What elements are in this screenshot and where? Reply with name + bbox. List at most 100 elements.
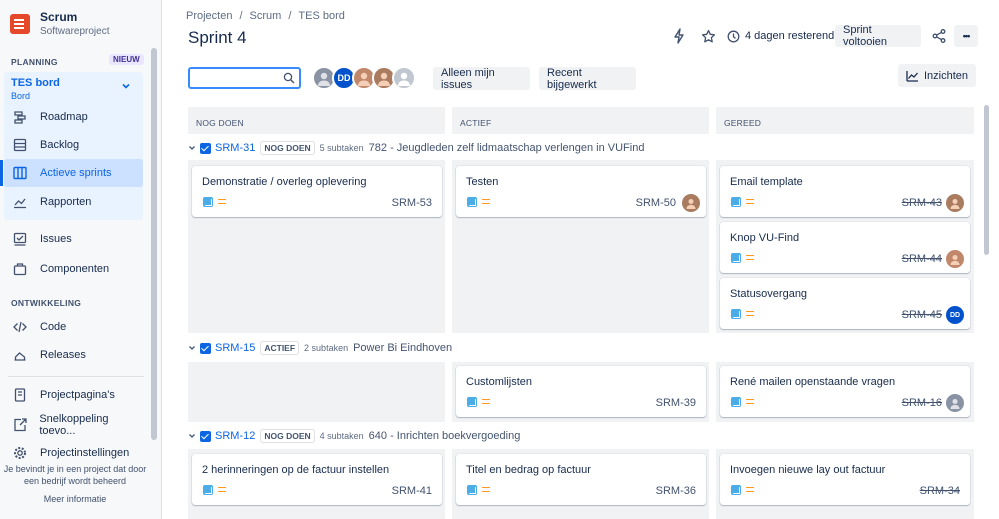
column-header: NOG DOEN [188, 107, 445, 134]
issue-card[interactable]: Invoegen nieuwe lay out factuur SRM-34 [720, 454, 970, 505]
card-key: SRM-16 [901, 397, 942, 409]
card-title: Customlijsten [466, 376, 533, 388]
search-icon [283, 72, 295, 84]
issue-card[interactable]: René mailen openstaande vragen SRM-16 [720, 366, 970, 417]
lightning-icon[interactable] [672, 25, 690, 47]
card-key: SRM-45 [901, 309, 942, 321]
board-icon [12, 166, 28, 180]
sidebar-item-label: Issues [40, 233, 72, 245]
board-scrollbar[interactable] [984, 105, 989, 255]
sidebar-item-snelkoppeling[interactable]: Snelkoppeling toevo... [4, 411, 143, 439]
card-key: SRM-36 [655, 485, 696, 497]
issue-card[interactable]: 2 herinneringen op de factuur instellen … [192, 454, 442, 505]
swimlane-header[interactable]: SRM-12 NOG DOEN 4 subtaken 640 - Inricht… [188, 426, 520, 446]
issue-key[interactable]: SRM-15 [215, 342, 255, 354]
swimlane-header[interactable]: SRM-31 NOG DOEN 5 subtaken 782 - Jeugdle… [188, 138, 644, 158]
sidebar-item-label: Actieve sprints [40, 167, 112, 179]
page-icon [12, 388, 28, 402]
breadcrumb-item[interactable]: TES bord [298, 10, 344, 22]
board-selector[interactable]: TES bord Bord [11, 77, 60, 101]
sidebar-item-projectpaginas[interactable]: Projectpagina's [4, 381, 143, 409]
chart-icon [12, 195, 28, 209]
priority-medium-icon [482, 399, 490, 404]
issues-icon [12, 232, 28, 246]
insights-button[interactable]: Inzichten [898, 64, 976, 87]
project-header[interactable]: Scrum Softwareproject [8, 10, 109, 37]
chevron-down-icon[interactable] [188, 144, 196, 152]
avatar[interactable] [682, 194, 700, 212]
issue-key[interactable]: SRM-31 [215, 142, 255, 154]
story-icon [200, 342, 211, 354]
sidebar-item-code[interactable]: Code [4, 313, 143, 341]
card-key: SRM-44 [901, 253, 942, 265]
subtask-icon [731, 197, 741, 207]
project-type: Softwareproject [40, 26, 110, 37]
recently-updated-button[interactable]: Recent bijgewerkt [539, 67, 636, 91]
card-key: SRM-41 [391, 485, 432, 497]
sidebar-item-rapporten[interactable]: Rapporten [4, 188, 143, 216]
project-name: Scrum [40, 10, 78, 24]
issue-card[interactable]: Testen SRM-50 [456, 166, 706, 217]
issue-card[interactable]: Demonstratie / overleg oplevering SRM-53 [192, 166, 442, 217]
only-my-issues-button[interactable]: Alleen mijn issues [433, 67, 530, 91]
column-header: GEREED [716, 107, 974, 134]
subtask-icon [731, 485, 741, 495]
more-button[interactable]: ••• [954, 25, 978, 47]
avatar[interactable]: DD [946, 306, 964, 324]
roadmap-icon [12, 110, 28, 124]
sidebar-item-roadmap[interactable]: Roadmap [4, 103, 143, 131]
complete-sprint-button[interactable]: Sprint voltooien [835, 24, 921, 48]
card-title: Titel en bedrag op factuur [466, 464, 591, 476]
priority-medium-icon [746, 199, 754, 204]
issue-card[interactable]: Email template SRM-43 [720, 166, 970, 217]
sidebar-item-projectinstellingen[interactable]: Projectinstellingen [4, 441, 143, 465]
avatar[interactable] [946, 194, 964, 212]
sidebar-item-label: Releases [40, 349, 86, 361]
issue-card[interactable]: Titel en bedrag op factuur SRM-36 [456, 454, 706, 505]
card-key: SRM-39 [655, 397, 696, 409]
issue-card[interactable]: Knop VU-Find SRM-44 [720, 222, 970, 273]
lane-title: 640 - Inrichten boekvergoeding [368, 430, 521, 442]
breadcrumb-item[interactable]: Scrum [250, 10, 282, 22]
status-badge: NOG DOEN [260, 429, 315, 443]
chevron-down-icon[interactable] [188, 432, 196, 440]
sidebar-divider [8, 376, 144, 377]
avatar-initials: DD [949, 311, 961, 319]
chevron-down-icon[interactable] [121, 81, 131, 91]
releases-icon [12, 348, 28, 362]
column-cell [188, 362, 445, 422]
issue-card[interactable]: Statusovergang SRM-45 DD [720, 278, 970, 329]
planning-section-label: PLANNING [11, 57, 58, 67]
swimlane-header[interactable]: SRM-15 ACTIEF 2 subtaken Power Bi Eindho… [188, 338, 452, 358]
priority-medium-icon [746, 399, 754, 404]
subtask-icon [203, 485, 213, 495]
share-icon[interactable] [932, 25, 950, 47]
star-icon[interactable] [701, 25, 719, 47]
sidebar-item-componenten[interactable]: Componenten [4, 255, 143, 283]
sidebar-item-backlog[interactable]: Backlog [4, 131, 143, 159]
sidebar-item-releases[interactable]: Releases [4, 341, 143, 369]
card-title: Knop VU-Find [730, 232, 800, 244]
sidebar-item-actieve-sprints[interactable]: Actieve sprints [4, 159, 143, 187]
code-icon [12, 320, 28, 334]
project-icon [10, 14, 30, 34]
avatar[interactable] [392, 66, 416, 90]
issue-key[interactable]: SRM-12 [215, 430, 255, 442]
avatar[interactable] [946, 250, 964, 268]
chevron-down-icon[interactable] [188, 344, 196, 352]
sidebar-scrollbar[interactable] [151, 48, 157, 440]
avatar[interactable] [946, 394, 964, 412]
backlog-icon [12, 138, 28, 152]
insights-label: Inzichten [923, 69, 969, 82]
more-info-link[interactable]: Meer informatie [0, 493, 150, 505]
priority-medium-icon [218, 487, 226, 492]
lane-title: Power Bi Eindhoven [353, 342, 453, 354]
issue-card[interactable]: Customlijsten SRM-39 [456, 366, 706, 417]
sidebar-item-label: Backlog [40, 139, 80, 151]
breadcrumb-item[interactable]: Projecten [186, 10, 232, 22]
card-title: Statusovergang [730, 288, 808, 300]
search-input[interactable] [188, 67, 301, 89]
subtask-icon [467, 397, 477, 407]
main-content: Projecten / Scrum / TES bord Sprint 4 4 dage… [162, 0, 999, 519]
sidebar-item-issues[interactable]: Issues [4, 225, 143, 253]
